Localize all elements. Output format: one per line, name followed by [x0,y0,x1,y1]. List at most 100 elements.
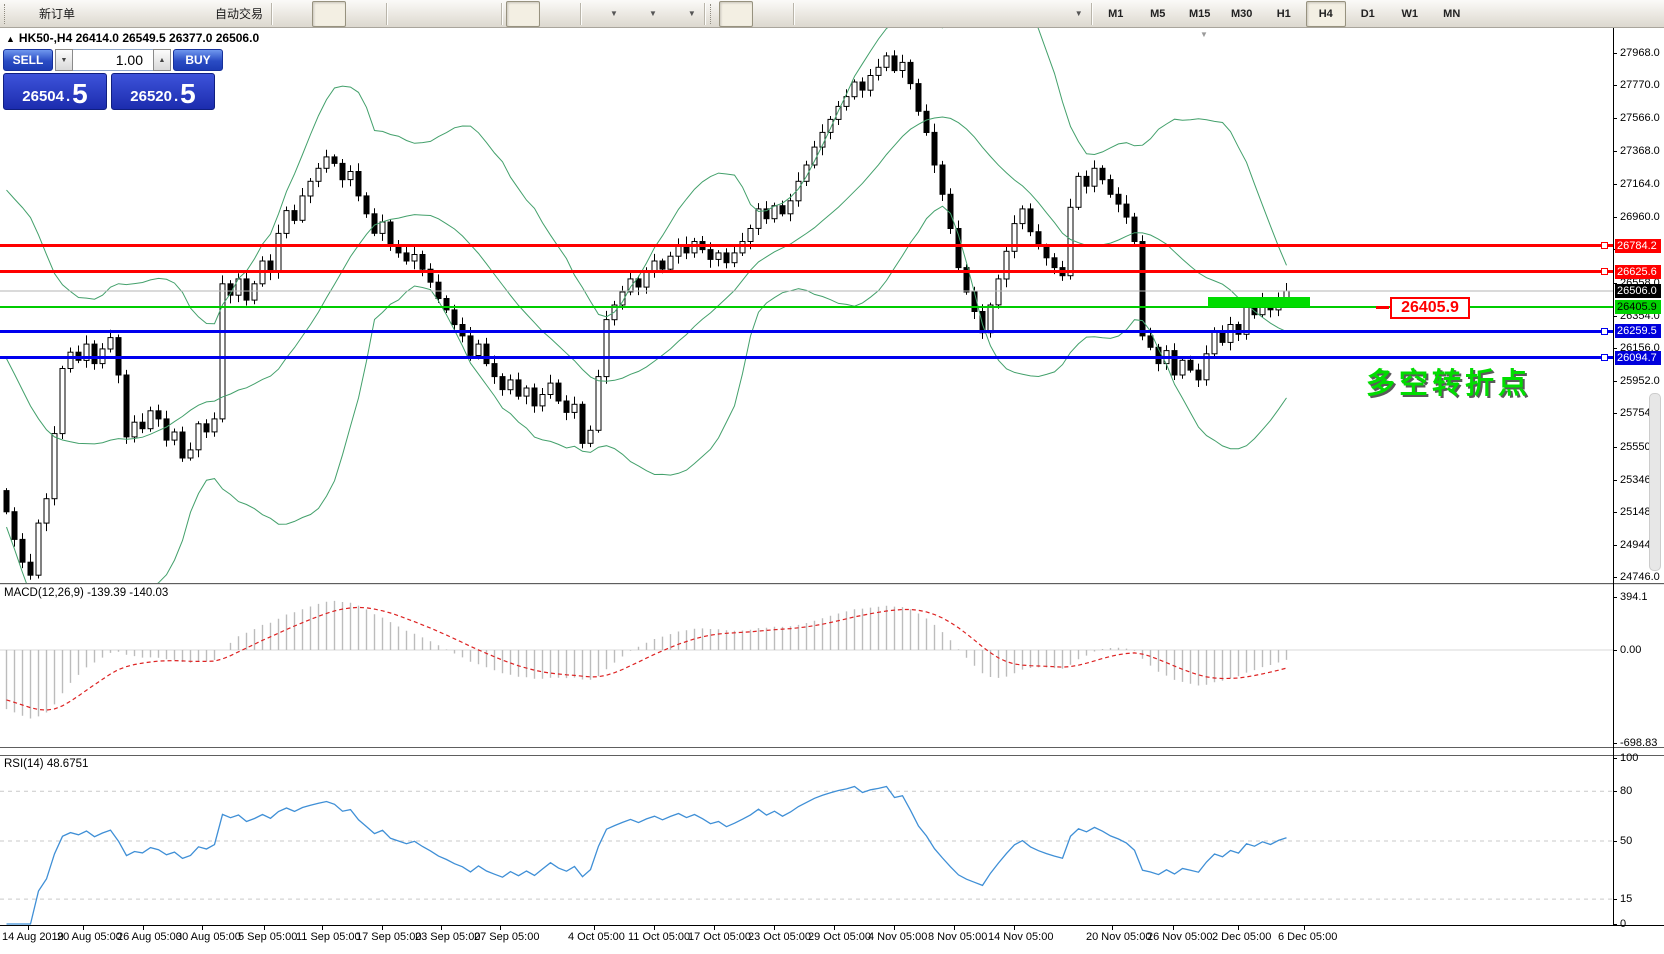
date-tick [322,926,323,930]
sell-price-box[interactable]: 26504.5 [3,73,107,110]
date-label: 30 Aug 05:00 [176,931,241,943]
price-tick-label: 27770.0 [1620,79,1660,91]
date-label: 14 Aug 2019 [2,931,64,943]
axis-tick [1613,381,1617,382]
date-tick [714,926,715,930]
date-label: 26 Nov 05:00 [1147,931,1212,943]
callout-tick [1376,306,1389,309]
axis-tick [1613,184,1617,185]
axis-tick [1613,758,1617,759]
volume-increase-button[interactable]: ▲ [153,49,171,71]
vertical-scrollbar[interactable] [1649,393,1661,571]
volume-decrease-button[interactable]: ▼ [55,49,73,71]
candle-wicks [7,50,1287,580]
mt4-terminal: 新订单自动交易▼▼▼EFAT▼M1M5M15M30H1H4D1W1MN ▲HK5… [0,0,1664,954]
date-label: 4 Nov 05:00 [868,931,927,943]
date-label: 6 Dec 05:00 [1278,931,1337,943]
price-callout-box: 26405.9 [1390,297,1470,319]
date-tick [441,926,442,930]
axis-tick [1613,85,1617,86]
rsi-label: RSI(14) 48.6751 [4,758,88,770]
macd-axis-label: 0.00 [1620,644,1641,656]
date-tick [143,926,144,930]
date-label: 17 Oct 05:00 [688,931,751,943]
support-zone-rectangle[interactable] [1208,297,1310,307]
date-label: 11 Sep 05:00 [296,931,361,943]
macd-indicator-canvas[interactable] [0,585,1613,747]
axis-tick [1613,348,1617,349]
date-tick [834,926,835,930]
date-label: 23 Sep 05:00 [415,931,480,943]
chart-title: ▲HK50-,H4 26414.0 26549.5 26377.0 26506.… [6,31,259,45]
date-tick [654,926,655,930]
buy-button[interactable]: BUY [173,49,223,71]
axis-tick [1613,841,1617,842]
price-tick-label: 24746.0 [1620,571,1660,583]
date-tick [1173,926,1174,930]
volume-input[interactable] [73,49,153,71]
price-level-badge: 26405.9 [1615,300,1661,314]
axis-tick [1613,118,1617,119]
toolbar-right-icons [1590,1,1662,27]
line-handle[interactable] [1601,242,1608,249]
date-tick [594,926,595,930]
rsi-axis-label: 15 [1620,893,1632,905]
price-tick-label: 25952.0 [1620,375,1660,387]
rsi-axis-label: 80 [1620,785,1632,797]
axis-tick [1613,512,1617,513]
price-tick-label: 27164.0 [1620,178,1660,190]
date-axis[interactable]: 14 Aug 201920 Aug 05:0026 Aug 05:0030 Au… [0,925,1664,954]
date-tick [954,926,955,930]
axis-tick [1613,577,1617,578]
date-tick [1304,926,1305,930]
chart-annotation-text: 多空转折点 [1366,360,1531,402]
axis-tick [1613,597,1617,598]
axis-tick [1613,53,1617,54]
chat-button[interactable] [1627,1,1661,27]
date-label: 4 Oct 05:00 [568,931,625,943]
buy-price-box[interactable]: 26520.5 [111,73,215,110]
line-handle[interactable] [1601,268,1608,275]
line-handle[interactable] [1601,354,1608,361]
macd-histogram [7,601,1287,719]
date-label: 29 Oct 05:00 [808,931,871,943]
date-label: 17 Sep 05:00 [356,931,421,943]
chat-icon [1635,5,1653,23]
date-label: 2 Dec 05:00 [1212,931,1271,943]
horizontal-line-object[interactable] [0,306,1613,308]
date-label: 20 Nov 05:00 [1086,931,1151,943]
axis-tick [1613,791,1617,792]
price-level-badge: 26506.0 [1615,284,1661,298]
price-level-badge: 26094.7 [1615,351,1661,365]
rsi-axis-label: 100 [1620,752,1638,764]
horizontal-line-object[interactable] [0,330,1613,333]
one-click-trading-panel: SELL ▼ ▲ BUY 26504.5 26520.5 [3,49,215,110]
axis-tick [1613,650,1617,651]
toolbar: 新订单自动交易▼▼▼EFAT▼M1M5M15M30H1H4D1W1MN [0,0,1664,28]
date-tick [202,926,203,930]
macd-axis-label: -698.83 [1620,737,1657,749]
price-tick-label: 27566.0 [1620,112,1660,124]
rsi-line [7,787,1287,925]
chart-window: ▲HK50-,H4 26414.0 26549.5 26377.0 26506.… [0,28,1664,954]
axis-tick [1613,899,1617,900]
line-handle[interactable] [1601,328,1608,335]
date-tick [382,926,383,930]
date-label: 5 Sep 05:00 [238,931,297,943]
date-label: 8 Nov 05:00 [928,931,987,943]
date-tick [264,926,265,930]
sell-button[interactable]: SELL [3,49,53,71]
date-tick [1238,926,1239,930]
axis-tick [1613,316,1617,317]
horizontal-line-object[interactable] [0,244,1613,247]
price-tick-label: 27968.0 [1620,47,1660,59]
rsi-indicator-canvas[interactable] [0,756,1613,925]
panel-separator [0,747,1664,756]
date-label: 11 Oct 05:00 [628,931,690,943]
price-tick-label: 26960.0 [1620,211,1660,223]
date-tick [1112,926,1113,930]
horizontal-line-object[interactable] [0,356,1613,359]
chart-shift-marker-icon: ▼ [1200,30,1208,39]
axis-tick [1613,743,1617,744]
horizontal-line-object[interactable] [0,270,1613,273]
